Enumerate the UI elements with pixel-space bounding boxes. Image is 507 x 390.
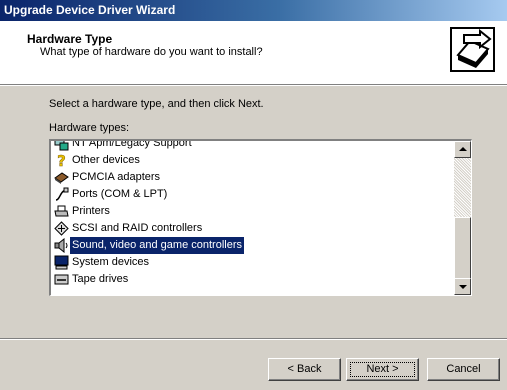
wizard-body: Select a hardware type, and then click N… xyxy=(0,86,507,338)
port-cable-icon xyxy=(55,187,69,201)
list-item-label: Ports (COM & LPT) xyxy=(72,188,168,200)
scroll-up-button[interactable] xyxy=(454,141,471,158)
list-item-label: System devices xyxy=(72,256,150,268)
svg-text:?: ? xyxy=(57,153,66,168)
list-item[interactable]: Ports (COM & LPT) xyxy=(51,186,454,203)
hardware-types-listbox[interactable]: NT Apm/Legacy Support ? Other devices PC… xyxy=(49,139,472,296)
list-item-label: Printers xyxy=(72,205,110,217)
page-subtitle: What type of hardware do you want to ins… xyxy=(40,46,263,58)
scroll-thumb[interactable] xyxy=(454,217,471,279)
window-title: Upgrade Device Driver Wizard xyxy=(0,0,507,21)
hardware-wizard-icon xyxy=(450,27,495,72)
wizard-window: Upgrade Device Driver Wizard Hardware Ty… xyxy=(0,0,507,390)
monitor-icon xyxy=(54,255,69,270)
pcmcia-card-icon xyxy=(54,172,69,184)
wizard-header: Hardware Type What type of hardware do y… xyxy=(0,21,507,85)
listbox-items: NT Apm/Legacy Support ? Other devices PC… xyxy=(51,141,454,295)
footer-separator xyxy=(0,338,507,340)
page-title: Hardware Type xyxy=(27,32,113,46)
back-button[interactable]: < Back xyxy=(268,358,341,381)
list-item-label: Tape drives xyxy=(72,273,129,285)
instruction-text: Select a hardware type, and then click N… xyxy=(49,98,264,110)
speaker-icon xyxy=(54,238,68,253)
list-item[interactable]: Sound, video and game controllers xyxy=(51,237,454,254)
list-item-label: Other devices xyxy=(72,154,140,166)
list-item[interactable]: ? Other devices xyxy=(51,152,454,169)
question-mark-icon: ? xyxy=(57,153,66,168)
list-item[interactable]: System devices xyxy=(51,254,454,271)
scsi-icon xyxy=(54,221,69,236)
printer-icon xyxy=(54,205,69,217)
list-item-label: SCSI and RAID controllers xyxy=(72,222,203,234)
list-item-label: Sound, video and game controllers xyxy=(70,237,244,254)
arrow-up-icon xyxy=(459,147,467,151)
scroll-down-button[interactable] xyxy=(454,278,471,295)
list-item[interactable]: PCMCIA adapters xyxy=(51,169,454,186)
list-item[interactable]: NT Apm/Legacy Support xyxy=(51,141,454,152)
arrow-down-icon xyxy=(459,285,467,289)
list-item[interactable]: Tape drives xyxy=(51,271,454,288)
tape-drive-icon xyxy=(54,274,69,285)
list-item[interactable]: SCSI and RAID controllers xyxy=(51,220,454,237)
vertical-scrollbar[interactable] xyxy=(454,141,471,295)
computer-board-icon xyxy=(54,141,69,151)
cancel-button[interactable]: Cancel xyxy=(427,358,500,381)
hardware-types-label: Hardware types: xyxy=(49,122,130,134)
list-item-label: PCMCIA adapters xyxy=(72,171,161,183)
list-item[interactable]: Printers xyxy=(51,203,454,220)
list-item-label: NT Apm/Legacy Support xyxy=(72,141,192,149)
next-button[interactable]: Next > xyxy=(346,358,419,381)
